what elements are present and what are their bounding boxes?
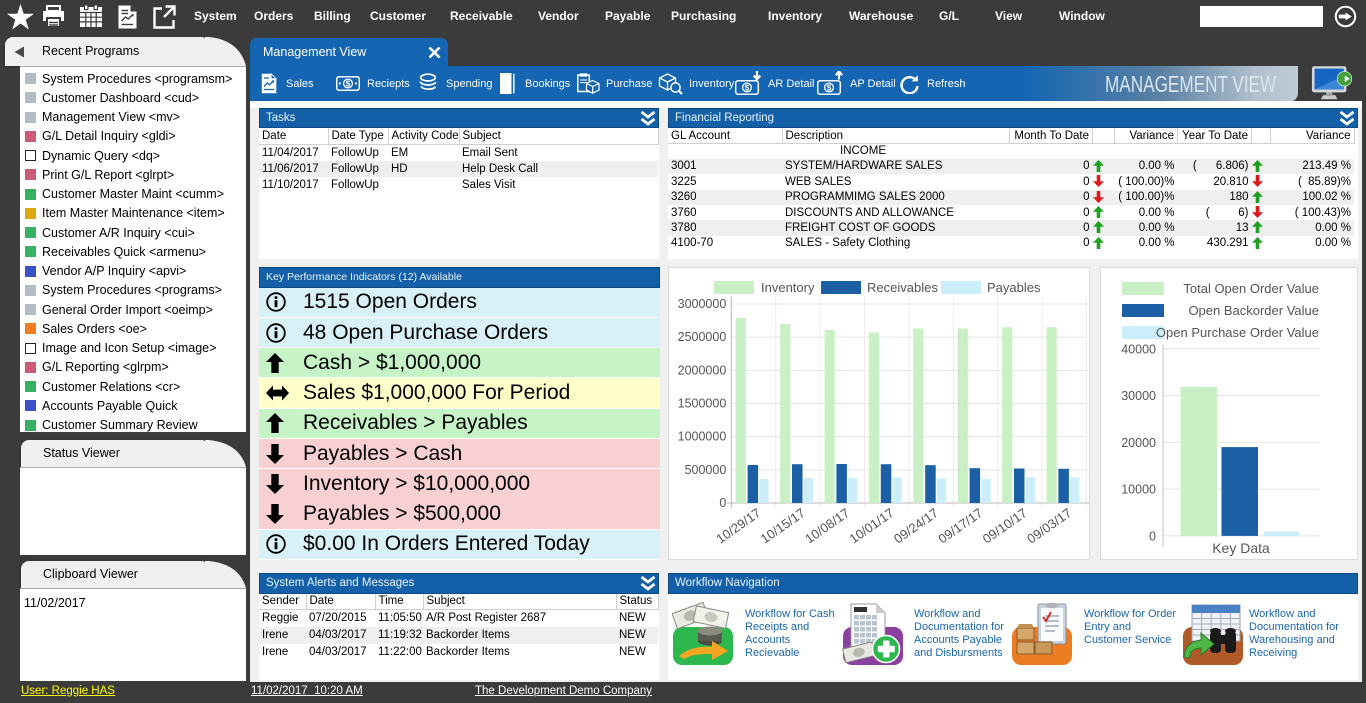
svg-text:09/10/17: 09/10/17 — [980, 505, 1030, 546]
svg-text:20000: 20000 — [1121, 436, 1156, 450]
svg-text:10000: 10000 — [1121, 483, 1156, 497]
svg-text:09/17/17: 09/17/17 — [935, 505, 985, 546]
svg-text:09/03/17: 09/03/17 — [1024, 505, 1074, 546]
svg-text:Open Purchase Order Value: Open Purchase Order Value — [1156, 325, 1319, 340]
svg-text:$: $ — [827, 83, 832, 93]
svg-text:09/24/17: 09/24/17 — [891, 505, 941, 546]
svg-text:0: 0 — [1149, 529, 1156, 543]
svg-text:500000: 500000 — [685, 463, 727, 477]
svg-text:$: $ — [346, 79, 351, 89]
svg-text:10/08/17: 10/08/17 — [802, 505, 852, 546]
svg-text:Receivables: Receivables — [867, 280, 938, 295]
svg-text:10/01/17: 10/01/17 — [847, 505, 897, 546]
svg-text:$: $ — [745, 83, 750, 93]
svg-text:40000: 40000 — [1121, 342, 1156, 356]
svg-text:Payables: Payables — [987, 280, 1041, 295]
svg-text:10/29/17: 10/29/17 — [713, 505, 763, 546]
svg-text:30000: 30000 — [1121, 389, 1156, 403]
svg-text:Open Backorder Value: Open Backorder Value — [1188, 303, 1319, 318]
svg-text:Inventory: Inventory — [761, 280, 815, 295]
svg-text:2000000: 2000000 — [678, 363, 727, 377]
svg-text:3000000: 3000000 — [678, 297, 727, 311]
svg-text:2500000: 2500000 — [678, 330, 727, 344]
svg-text:0: 0 — [719, 496, 726, 510]
svg-text:Key Data: Key Data — [1212, 540, 1270, 556]
svg-text:1000000: 1000000 — [678, 430, 727, 444]
svg-text:1500000: 1500000 — [678, 397, 727, 411]
svg-text:10/15/17: 10/15/17 — [758, 505, 808, 546]
svg-text:Total Open Order Value: Total Open Order Value — [1183, 281, 1319, 296]
